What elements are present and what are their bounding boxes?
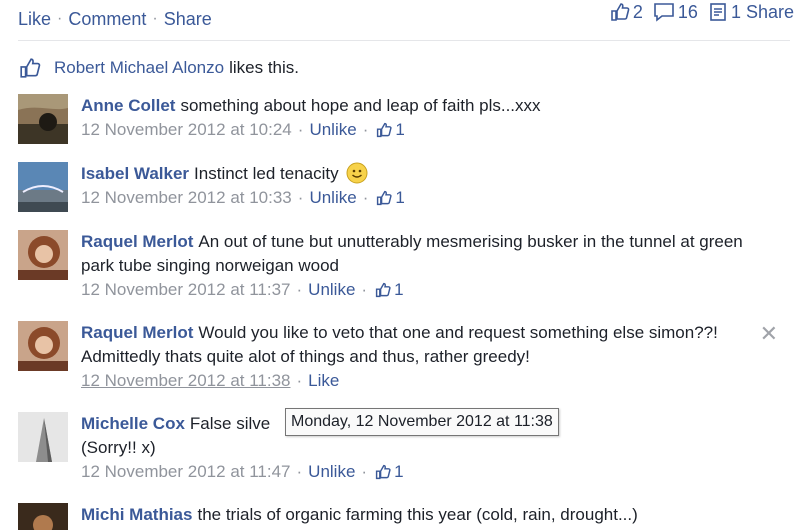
separator: · xyxy=(297,120,304,139)
comment-body: Michi Mathias the trials of organic farmi… xyxy=(81,503,750,527)
avatar[interactable] xyxy=(18,162,68,212)
like-count-value: 1 xyxy=(394,462,404,481)
like-button[interactable]: Like xyxy=(18,9,51,30)
comment-meta: 12 November 2012 at 10:24 · Unlike · 1 xyxy=(81,118,750,142)
comment-timestamp[interactable]: 12 November 2012 at 11:38 xyxy=(81,369,291,393)
like-count-value: 1 xyxy=(395,188,405,207)
comment: Raquel Merlot An out of tune but unuttera… xyxy=(18,230,790,310)
unlike-button[interactable]: Unlike xyxy=(308,278,355,302)
separator: · xyxy=(296,371,303,390)
comment-meta: 12 November 2012 at 10:33 · Unlike · 1 xyxy=(81,186,750,210)
avatar[interactable] xyxy=(18,503,68,530)
close-icon[interactable]: ✕ xyxy=(760,321,778,347)
avatar[interactable] xyxy=(18,321,68,371)
comment-text: False silve xyxy=(189,414,271,433)
separator: · xyxy=(152,10,158,27)
shares-count[interactable]: 1 Share xyxy=(708,2,794,23)
separator: · xyxy=(297,188,304,207)
thumbs-up-icon xyxy=(377,122,392,138)
thumbs-up-icon xyxy=(611,3,630,21)
comment-meta: 12 November 2012 at 11:38 · Like xyxy=(81,369,750,393)
comment-timestamp[interactable]: 12 November 2012 at 10:24 xyxy=(81,118,292,142)
separator: · xyxy=(361,462,368,481)
unlike-button[interactable]: Unlike xyxy=(308,460,355,484)
likes-count[interactable]: 2 xyxy=(610,2,643,23)
comment-timestamp[interactable]: 12 November 2012 at 11:37 xyxy=(81,278,291,302)
avatar-image xyxy=(18,94,68,144)
comment-body: Raquel Merlot An out of tune but unuttera… xyxy=(81,230,750,302)
comment-meta: 12 November 2012 at 11:37 · Unlike · 1 xyxy=(81,278,750,302)
comment-timestamp[interactable]: 12 November 2012 at 10:33 xyxy=(81,186,292,210)
thumbs-up-icon xyxy=(377,190,392,206)
comment-body: Raquel Merlot Would you like to veto that… xyxy=(81,321,750,393)
share-icon xyxy=(710,3,726,21)
separator: · xyxy=(57,10,63,27)
timestamp-tooltip: Monday, 12 November 2012 at 11:38 xyxy=(285,408,559,436)
comment-content: Raquel Merlot Would you like to veto that… xyxy=(81,321,750,369)
comment-content: Michi Mathias the trials of organic farmi… xyxy=(81,503,750,527)
comment-like-count[interactable]: 1 xyxy=(375,460,404,484)
comment: Raquel Merlot Would you like to veto that… xyxy=(18,321,790,401)
comment: Isabel Walker Instinct led tenacity 12 No… xyxy=(18,162,790,222)
separator: · xyxy=(296,280,303,299)
like-button[interactable]: Like xyxy=(308,369,339,393)
comment-text: Instinct led tenacity xyxy=(194,164,339,183)
comment-author[interactable]: Anne Collet xyxy=(81,96,175,115)
avatar-image xyxy=(18,162,68,212)
comment-like-count[interactable]: 1 xyxy=(375,278,404,302)
thumbs-up-icon xyxy=(375,464,391,480)
separator: · xyxy=(362,120,369,139)
comment-timestamp[interactable]: 12 November 2012 at 11:47 xyxy=(81,460,291,484)
post-stats: 2 16 1 Share xyxy=(600,0,794,24)
avatar[interactable] xyxy=(18,94,68,144)
avatar-image xyxy=(18,412,68,462)
shares-count-value: 1 Share xyxy=(730,1,794,22)
smiley-icon xyxy=(346,162,368,184)
like-count-value: 1 xyxy=(395,120,405,139)
avatar-image xyxy=(18,503,68,530)
comment-author[interactable]: Michi Mathias xyxy=(81,505,192,524)
unlike-button[interactable]: Unlike xyxy=(309,118,356,142)
like-count-value: 1 xyxy=(394,280,404,299)
avatar[interactable] xyxy=(18,230,68,280)
share-button[interactable]: Share xyxy=(164,9,212,30)
liker-name[interactable]: Robert Michael Alonzo xyxy=(54,58,224,78)
comment-body: Isabel Walker Instinct led tenacity 12 No… xyxy=(81,162,750,210)
avatar-image xyxy=(18,230,68,280)
comment-text: the trials of organic farming this year … xyxy=(197,505,638,524)
comment: Anne Collet something about hope and leap… xyxy=(18,94,790,154)
likes-summary: Robert Michael Alonzo likes this. xyxy=(18,56,299,80)
divider xyxy=(18,40,790,41)
likes-suffix: likes this. xyxy=(229,58,300,77)
comment-like-count[interactable]: 1 xyxy=(376,118,405,142)
comment-like-count[interactable]: 1 xyxy=(376,186,405,210)
comment-meta: 12 November 2012 at 11:47 · Unlike · 1 xyxy=(81,460,750,484)
avatar-image xyxy=(18,321,68,371)
likes-count-value: 2 xyxy=(632,1,643,22)
comment-button[interactable]: Comment xyxy=(68,9,146,30)
comment-author[interactable]: Raquel Merlot xyxy=(81,323,193,342)
comment-text-continued: (Sorry!! x) xyxy=(81,438,156,457)
comment-author[interactable]: Isabel Walker xyxy=(81,164,189,183)
comment-text: something about hope and leap of faith p… xyxy=(180,96,541,115)
comment: Michi Mathias the trials of organic farmi… xyxy=(18,503,790,530)
comment-content: Anne Collet something about hope and leap… xyxy=(81,94,750,118)
comment-content: Isabel Walker Instinct led tenacity xyxy=(81,162,750,186)
comment-icon xyxy=(654,3,674,22)
comment-author[interactable]: Raquel Merlot xyxy=(81,232,193,251)
avatar[interactable] xyxy=(18,412,68,462)
thumbs-up-icon xyxy=(375,282,391,298)
unlike-button[interactable]: Unlike xyxy=(309,186,356,210)
comments-count-value: 16 xyxy=(677,1,698,22)
comment-author[interactable]: Michelle Cox xyxy=(81,414,185,433)
thumbs-up-icon xyxy=(20,58,41,78)
comment-content: Raquel Merlot An out of tune but unuttera… xyxy=(81,230,750,278)
separator: · xyxy=(362,188,369,207)
separator: · xyxy=(361,280,368,299)
comment-body: Anne Collet something about hope and leap… xyxy=(81,94,750,142)
comments-count[interactable]: 16 xyxy=(653,2,698,23)
separator: · xyxy=(296,462,303,481)
